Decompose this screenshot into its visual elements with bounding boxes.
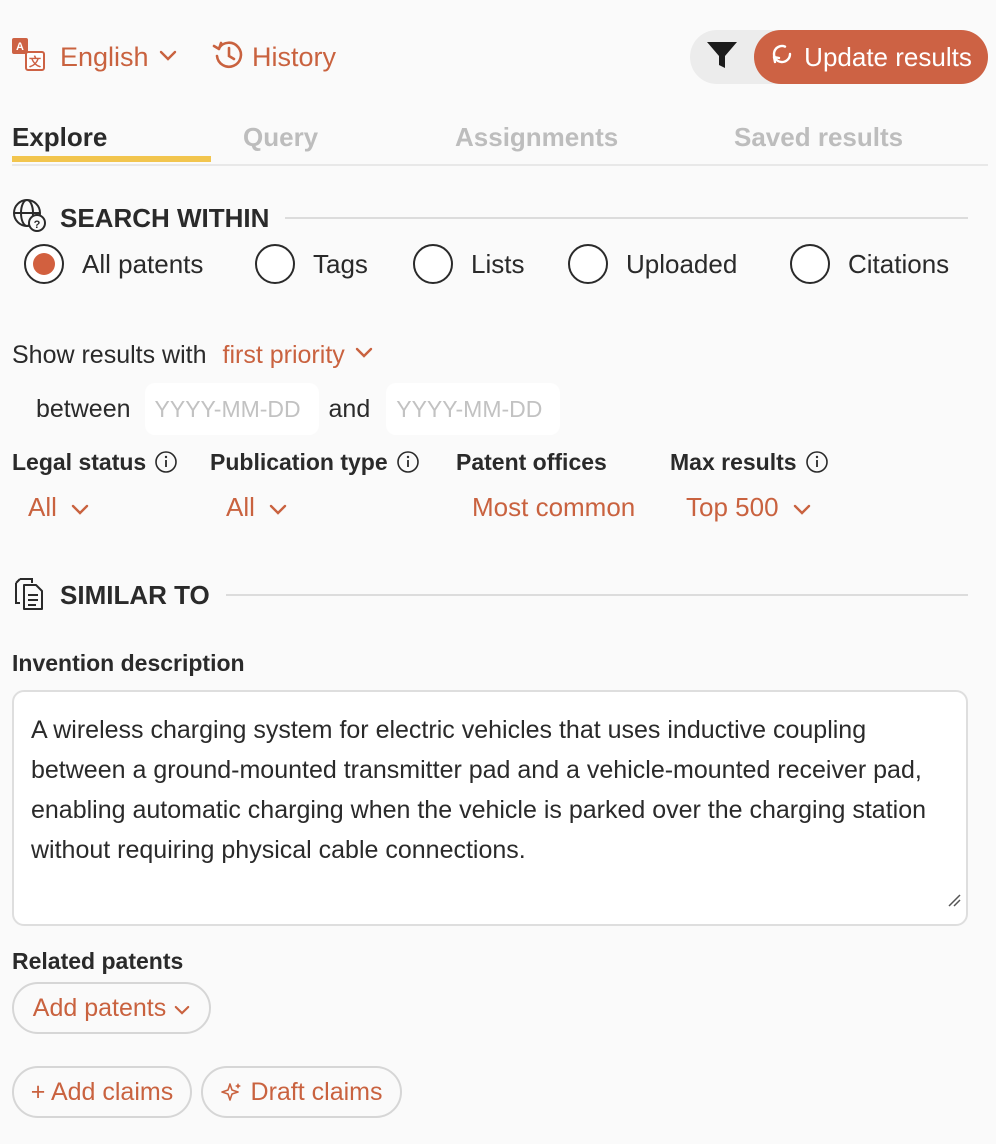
add-patents-button[interactable]: Add patents — [12, 982, 211, 1034]
publication-type-value: All — [226, 492, 255, 522]
draft-claims-label: Draft claims — [250, 1077, 383, 1106]
filter-button[interactable] — [702, 38, 742, 76]
radio-lists[interactable]: Lists — [413, 244, 524, 284]
tab-explore[interactable]: Explore — [12, 122, 107, 153]
radio-label: Tags — [313, 248, 368, 279]
chevron-down-icon — [793, 492, 811, 523]
tab-assignments[interactable]: Assignments — [455, 122, 618, 153]
start-date-input[interactable] — [144, 383, 319, 435]
chevron-down-icon — [174, 994, 190, 1023]
radio-uploaded[interactable]: Uploaded — [568, 244, 737, 284]
publication-type-label: Publication type — [210, 448, 388, 475]
between-label: between — [36, 394, 131, 423]
publication-type-dropdown[interactable]: All — [226, 492, 287, 523]
legal-status-filter: Legal status All — [12, 448, 178, 522]
legal-status-value: All — [28, 492, 57, 522]
and-label: and — [328, 394, 371, 423]
radio-citations[interactable]: Citations — [790, 244, 949, 284]
max-results-label: Max results — [670, 448, 797, 475]
refresh-icon — [770, 42, 794, 73]
section-divider — [285, 217, 968, 219]
update-results-button[interactable]: Update results — [754, 30, 988, 84]
invention-description-label: Invention description — [12, 650, 245, 676]
date-range-row: between and — [36, 383, 561, 435]
show-results-row: Show results with first priority — [12, 338, 373, 372]
patent-offices-value: Most common — [472, 492, 636, 522]
radio-tags[interactable]: Tags — [255, 244, 368, 284]
radio-circle — [568, 244, 608, 284]
svg-text:?: ? — [34, 219, 41, 231]
documents-icon — [12, 575, 48, 616]
section-divider — [225, 594, 968, 596]
draft-claims-button[interactable]: Draft claims — [201, 1066, 402, 1118]
end-date-input[interactable] — [386, 383, 561, 435]
radio-label: All patents — [82, 248, 204, 279]
invention-description-textarea[interactable]: A wireless charging system for electric … — [12, 690, 968, 926]
chevron-down-icon — [269, 492, 287, 523]
patent-offices-dropdown[interactable]: Most common — [472, 492, 635, 523]
language-label: English — [60, 42, 149, 72]
similar-to-header: SIMILAR TO — [12, 575, 968, 615]
globe-search-icon: ? — [12, 198, 48, 239]
info-icon[interactable] — [396, 450, 420, 474]
radio-label: Uploaded — [626, 248, 738, 279]
radio-all-patents[interactable]: All patents — [24, 244, 203, 284]
related-patents-label: Related patents — [12, 948, 184, 974]
invention-description-text: A wireless charging system for electric … — [31, 716, 926, 864]
history-label: History — [252, 42, 337, 72]
resize-handle-icon[interactable] — [946, 880, 962, 920]
legal-status-label: Legal status — [12, 448, 147, 475]
chevron-down-icon — [355, 346, 373, 364]
show-results-label: Show results with — [12, 340, 207, 369]
history-button[interactable]: History — [212, 38, 336, 77]
patent-offices-filter: Patent offices Most common — [456, 448, 635, 523]
info-icon[interactable] — [154, 450, 178, 474]
svg-text:文: 文 — [29, 54, 42, 69]
radio-circle — [413, 244, 453, 284]
publication-type-filter: Publication type All — [210, 448, 420, 522]
radio-circle — [790, 244, 830, 284]
radio-circle — [255, 244, 295, 284]
filter-update-group: Update results — [690, 30, 988, 84]
chevron-down-icon — [159, 49, 177, 67]
sparkle-icon — [220, 1081, 243, 1103]
top-bar: A 文 English History Update results — [12, 30, 988, 84]
radio-label: Citations — [848, 248, 950, 279]
add-patents-label: Add patents — [32, 993, 167, 1022]
patent-offices-label: Patent offices — [456, 448, 607, 475]
max-results-dropdown[interactable]: Top 500 — [686, 492, 811, 523]
tab-query[interactable]: Query — [243, 122, 318, 153]
max-results-value: Top 500 — [686, 492, 779, 522]
history-icon — [212, 38, 246, 77]
update-results-label: Update results — [804, 41, 972, 72]
search-within-header: ? SEARCH WITHIN — [12, 198, 968, 238]
add-claims-label: + Add claims — [30, 1077, 174, 1106]
svg-text:A: A — [16, 41, 24, 53]
legal-status-dropdown[interactable]: All — [28, 492, 89, 523]
translate-icon: A 文 — [12, 38, 46, 77]
tab-bar: Explore Query Assignments Saved results — [12, 118, 988, 166]
priority-dropdown[interactable]: first priority — [223, 341, 345, 370]
add-claims-button[interactable]: + Add claims — [12, 1066, 192, 1118]
max-results-filter: Max results Top 500 — [670, 448, 829, 522]
info-icon[interactable] — [805, 450, 829, 474]
language-selector[interactable]: A 文 English — [12, 38, 177, 77]
filter-icon — [705, 38, 739, 77]
radio-label: Lists — [471, 248, 525, 279]
active-tab-indicator — [12, 156, 211, 162]
radio-circle-checked — [24, 244, 64, 284]
similar-to-title: SIMILAR TO — [60, 579, 210, 610]
chevron-down-icon — [71, 492, 89, 523]
tab-saved-results[interactable]: Saved results — [734, 122, 903, 153]
search-within-title: SEARCH WITHIN — [60, 202, 270, 233]
search-within-options: All patents Tags Lists Uploaded Citation… — [24, 244, 974, 288]
